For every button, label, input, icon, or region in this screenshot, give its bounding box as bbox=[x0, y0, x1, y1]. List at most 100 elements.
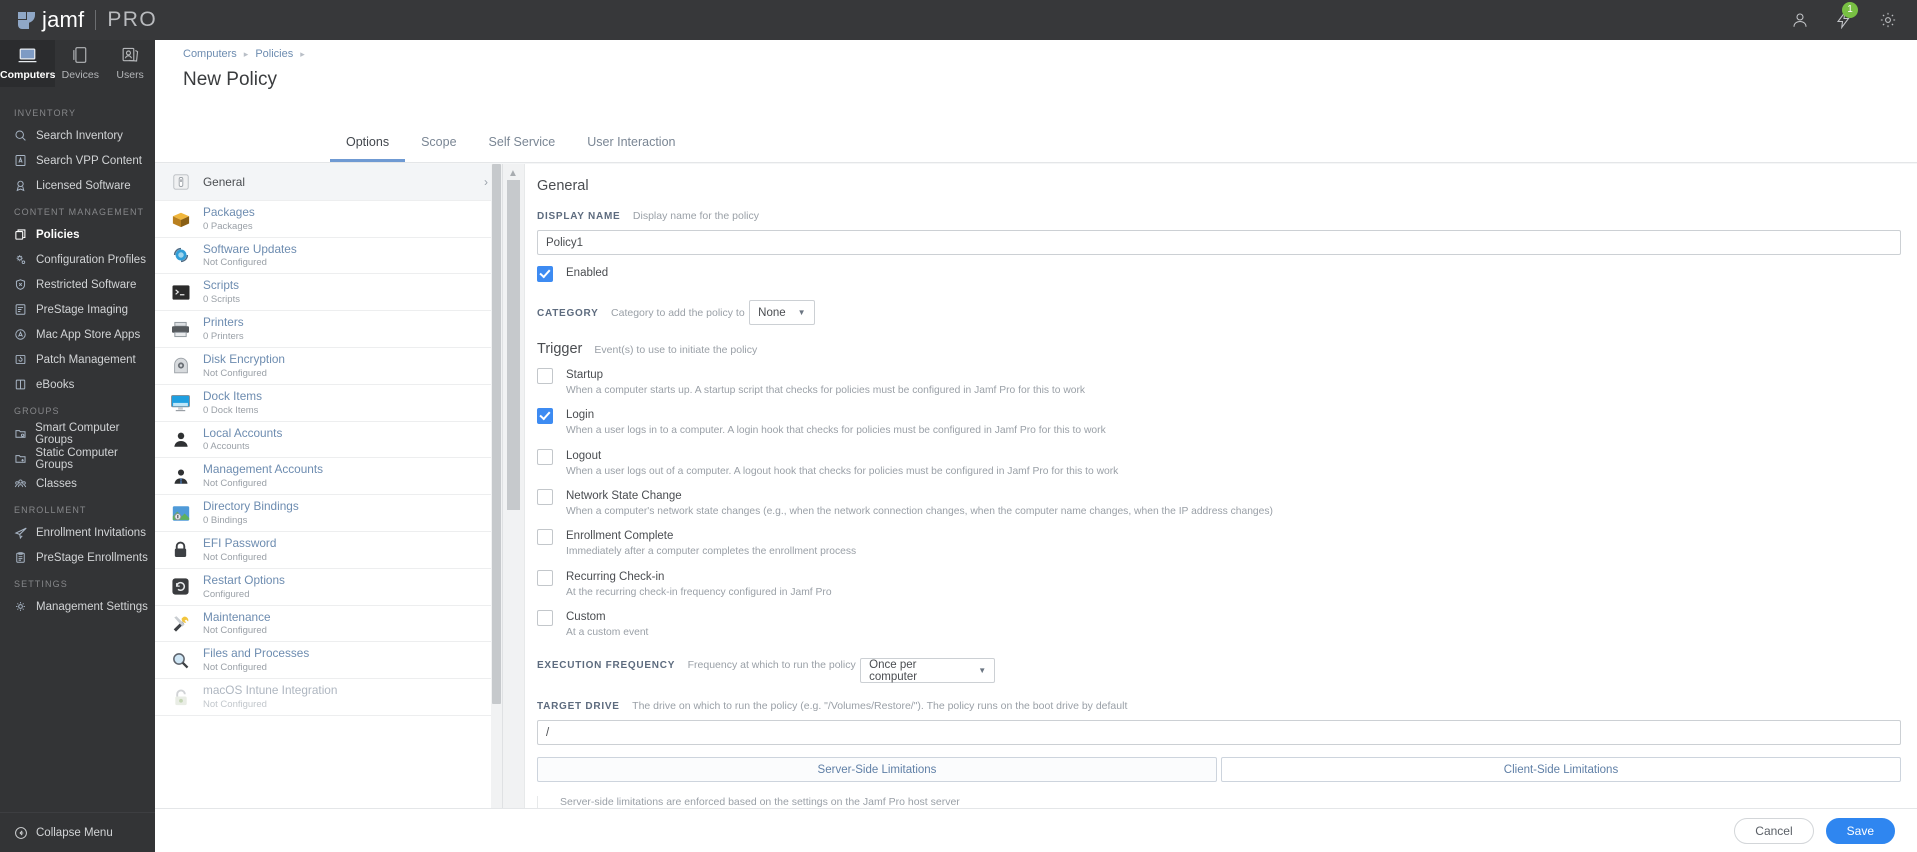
sidebar-item-policies[interactable]: Policies bbox=[0, 222, 155, 247]
payload-item-general[interactable]: General › bbox=[155, 164, 502, 201]
trigger-logout-row[interactable]: Logout When a user logs out of a compute… bbox=[537, 448, 1901, 478]
payload-sub: 0 Dock Items bbox=[203, 404, 259, 416]
sidebar-item-mac-app-store-apps[interactable]: Mac App Store Apps bbox=[0, 322, 155, 347]
sidebar-item-ebooks[interactable]: eBooks bbox=[0, 372, 155, 397]
trigger-desc: At the recurring check-in frequency conf… bbox=[566, 586, 832, 598]
trigger-startup-text: Startup When a computer starts up. A sta… bbox=[566, 368, 1085, 397]
breadcrumb-computers[interactable]: Computers bbox=[183, 48, 237, 60]
payload-title: General bbox=[203, 174, 245, 189]
sidebar-item-label: eBooks bbox=[36, 378, 75, 391]
payload-scrollbar-thumb[interactable] bbox=[492, 164, 501, 704]
form-body: General DISPLAY NAME Display name for th… bbox=[525, 164, 1917, 852]
form-scrollbar[interactable]: ▲ bbox=[503, 164, 525, 852]
sidebar-item-static-computer-groups[interactable]: Static Computer Groups bbox=[0, 446, 155, 471]
sidebar-item-restricted-software[interactable]: Restricted Software bbox=[0, 272, 155, 297]
display-name-field-group: DISPLAY NAME Display name for the policy bbox=[537, 206, 1901, 255]
payload-item-macos-intune-integration[interactable]: macOS Intune Integration Not Configured bbox=[155, 679, 502, 716]
payload-title: Disk Encryption bbox=[203, 352, 285, 367]
display-name-input[interactable] bbox=[537, 230, 1901, 255]
payload-item-local-accounts[interactable]: Local Accounts 0 Accounts bbox=[155, 422, 502, 459]
collapse-menu-button[interactable]: Collapse Menu bbox=[0, 812, 155, 852]
printer-icon bbox=[167, 317, 194, 341]
sidebar-item-label: Enrollment Invitations bbox=[36, 526, 146, 539]
tab-options[interactable]: Options bbox=[330, 125, 406, 162]
trigger-enrollment-complete-checkbox[interactable] bbox=[537, 529, 553, 546]
breadcrumb-policies[interactable]: Policies bbox=[255, 48, 293, 60]
sidebar-item-label: Licensed Software bbox=[36, 179, 131, 192]
save-button[interactable]: Save bbox=[1825, 817, 1895, 844]
trigger-network-state-change-checkbox[interactable] bbox=[537, 488, 553, 505]
form-scrollbar-thumb[interactable] bbox=[507, 180, 520, 510]
payload-scrollbar[interactable] bbox=[491, 164, 502, 852]
trigger-custom-checkbox[interactable] bbox=[537, 609, 553, 626]
cancel-button[interactable]: Cancel bbox=[1734, 817, 1814, 844]
sidebar-item-configuration-profiles[interactable]: Configuration Profiles bbox=[0, 247, 155, 272]
tab-user-interaction[interactable]: User Interaction bbox=[571, 125, 691, 162]
licensed-software-icon bbox=[14, 179, 36, 192]
payload-item-disk-encryption[interactable]: Disk Encryption Not Configured bbox=[155, 348, 502, 385]
trigger-label: Startup bbox=[566, 369, 604, 381]
payload-sub: Not Configured bbox=[203, 625, 267, 637]
payload-text: EFI Password Not Configured bbox=[203, 536, 276, 564]
payload-title: Scripts bbox=[203, 278, 240, 293]
notification-badge: 1 bbox=[1842, 2, 1858, 18]
user-account-icon[interactable] bbox=[1789, 9, 1811, 31]
payload-title: macOS Intune Integration bbox=[203, 683, 338, 698]
sidebar-item-smart-computer-groups[interactable]: Smart Computer Groups bbox=[0, 421, 155, 446]
trigger-recurring-checkin-row[interactable]: Recurring Check-in At the recurring chec… bbox=[537, 569, 1901, 599]
chevron-down-icon: ▼ bbox=[978, 666, 987, 676]
trigger-logout-checkbox[interactable] bbox=[537, 448, 553, 465]
sidebar-item-label: Restricted Software bbox=[36, 278, 137, 291]
tab-self-service[interactable]: Self Service bbox=[473, 125, 572, 162]
payload-item-software-updates[interactable]: Software Updates Not Configured bbox=[155, 238, 502, 275]
sidebar-tab-devices-label: Devices bbox=[61, 69, 99, 81]
tab-scope[interactable]: Scope bbox=[405, 125, 472, 162]
tab-client-side-limitations[interactable]: Client-Side Limitations bbox=[1221, 757, 1901, 783]
payload-item-management-accounts[interactable]: Management Accounts Not Configured bbox=[155, 458, 502, 496]
payload-item-printers[interactable]: Printers 0 Printers bbox=[155, 311, 502, 348]
gear-settings-icon[interactable] bbox=[1877, 9, 1899, 31]
brand-logo[interactable]: jamf PRO bbox=[0, 7, 157, 33]
notifications-bolt-icon[interactable]: 1 bbox=[1833, 2, 1858, 31]
payload-item-efi-password[interactable]: EFI Password Not Configured bbox=[155, 532, 502, 569]
sidebar-item-management-settings[interactable]: Management Settings bbox=[0, 594, 155, 619]
trigger-login-checkbox[interactable] bbox=[537, 408, 553, 425]
target-drive-input[interactable] bbox=[537, 720, 1901, 746]
payload-sub: Not Configured bbox=[203, 551, 267, 563]
page-title: New Policy bbox=[183, 69, 277, 90]
payload-item-scripts[interactable]: Scripts 0 Scripts bbox=[155, 274, 502, 312]
execution-frequency-select[interactable]: Once per computer ▼ bbox=[860, 658, 996, 684]
sidebar-item-classes[interactable]: Classes bbox=[0, 471, 155, 496]
payload-item-restart-options[interactable]: Restart Options Configured bbox=[155, 569, 502, 606]
tab-server-side-limitations[interactable]: Server-Side Limitations bbox=[537, 757, 1217, 783]
sidebar-item-enrollment-invitations[interactable]: Enrollment Invitations bbox=[0, 520, 155, 545]
payload-item-directory-bindings[interactable]: Directory Bindings 0 Bindings bbox=[155, 495, 502, 532]
category-select[interactable]: None ▼ bbox=[749, 300, 815, 325]
sidebar-tab-devices[interactable]: Devices bbox=[55, 40, 105, 87]
trigger-enrollment-complete-row[interactable]: Enrollment Complete Immediately after a … bbox=[537, 529, 1901, 558]
trigger-startup-row[interactable]: Startup When a computer starts up. A sta… bbox=[537, 368, 1901, 397]
sidebar-tab-users[interactable]: Users bbox=[105, 40, 155, 87]
sidebar-item-search-inventory[interactable]: Search Inventory bbox=[0, 123, 155, 148]
trigger-login-row[interactable]: Login When a user logs in to a computer.… bbox=[537, 408, 1901, 437]
scroll-up-arrow-icon[interactable]: ▲ bbox=[508, 168, 518, 179]
trigger-network-state-change-row[interactable]: Network State Change When a computer's n… bbox=[537, 488, 1901, 518]
trigger-recurring-checkin-checkbox[interactable] bbox=[537, 569, 553, 586]
payload-text: Local Accounts 0 Accounts bbox=[203, 426, 282, 454]
payload-item-maintenance[interactable]: Maintenance Not Configured bbox=[155, 606, 502, 643]
enabled-checkbox[interactable] bbox=[537, 266, 553, 282]
sidebar-context-tabs: Computers Devices Users bbox=[0, 40, 155, 87]
trigger-custom-row[interactable]: Custom At a custom event bbox=[537, 609, 1901, 639]
sidebar-tab-computers[interactable]: Computers bbox=[0, 40, 56, 87]
payload-item-dock-items[interactable]: Dock Items 0 Dock Items bbox=[155, 385, 502, 422]
sidebar-item-patch-management[interactable]: Patch Management bbox=[0, 347, 155, 372]
sidebar-item-licensed-software[interactable]: Licensed Software bbox=[0, 173, 155, 198]
enabled-checkbox-row[interactable]: Enabled bbox=[537, 266, 1901, 282]
sidebar-item-prestage-enrollments[interactable]: PreStage Enrollments bbox=[0, 545, 155, 570]
payload-item-files-and-processes[interactable]: Files and Processes Not Configured bbox=[155, 642, 502, 680]
sidebar-item-prestage-imaging[interactable]: PreStage Imaging bbox=[0, 297, 155, 322]
trigger-startup-checkbox[interactable] bbox=[537, 368, 553, 384]
sidebar-tab-computers-label: Computers bbox=[0, 69, 56, 81]
payload-item-packages[interactable]: Packages 0 Packages bbox=[155, 201, 502, 238]
sidebar-item-search-vpp-content[interactable]: Search VPP Content bbox=[0, 148, 155, 173]
